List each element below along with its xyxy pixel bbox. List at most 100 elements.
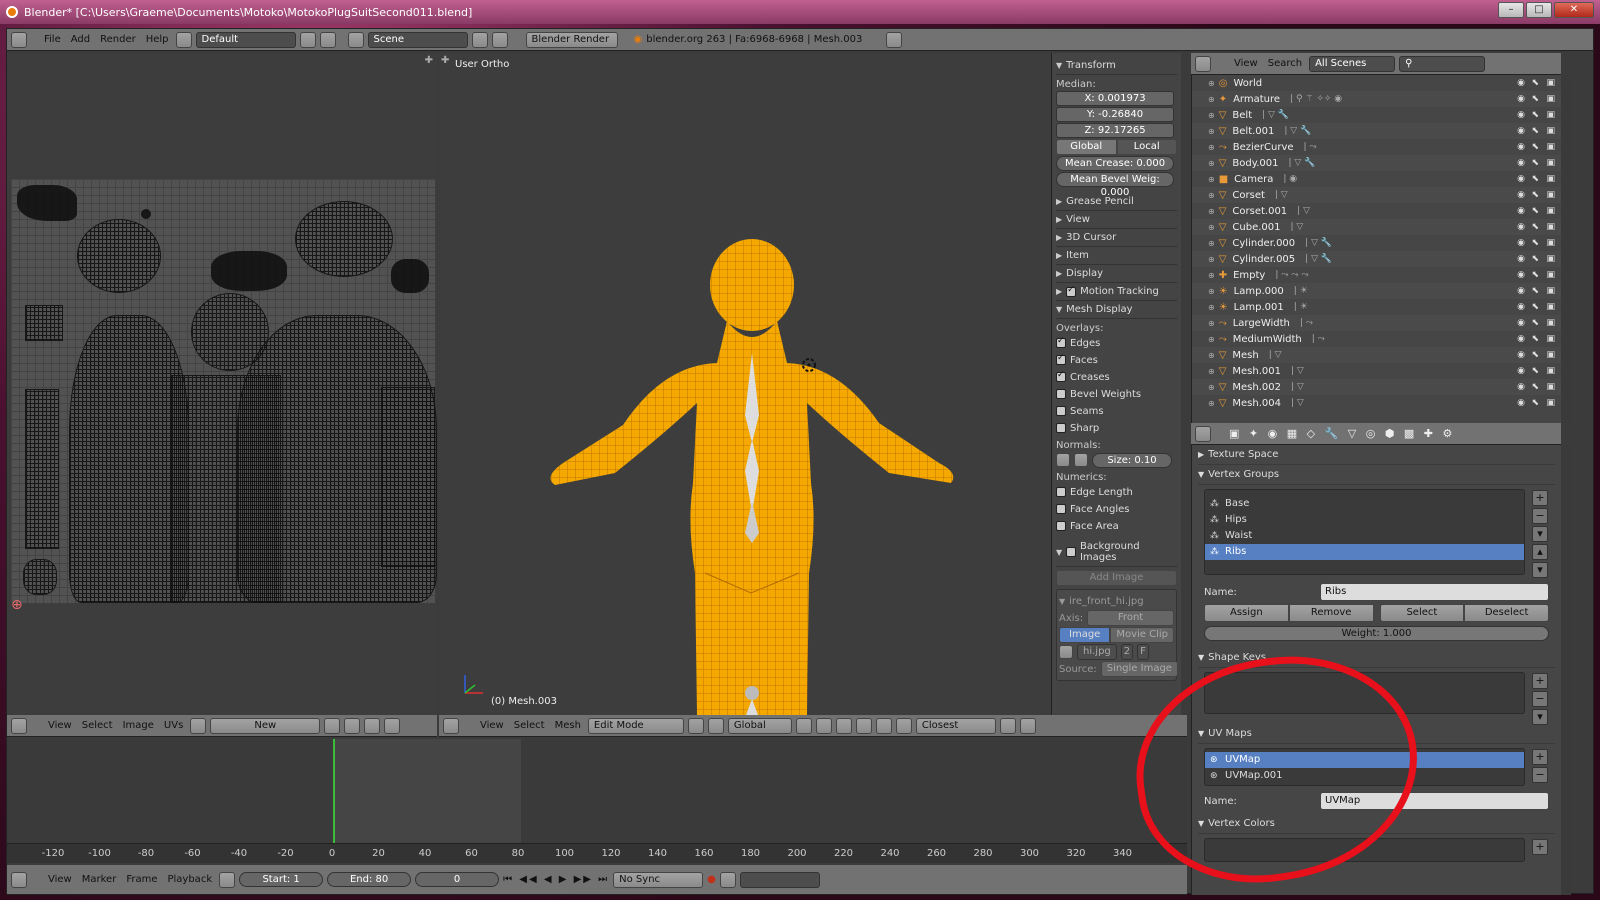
image-tab[interactable]: Image	[1059, 627, 1111, 643]
overlay-edges[interactable]: Edges	[1056, 335, 1177, 351]
pin-icon[interactable]	[324, 717, 341, 734]
outliner-item[interactable]: ⊕ ▽ Body.001 | ▽ 🔧 ◉ ⬉ ▣	[1192, 155, 1561, 171]
numeric-face-area[interactable]: Face Area	[1056, 518, 1177, 534]
outliner-item[interactable]: ⊕ ▽ Belt | ▽ 🔧 ◉ ⬉ ▣	[1192, 107, 1561, 123]
render-camera-icon[interactable]: ▣	[1546, 78, 1555, 88]
area-split-icon[interactable]: ✚	[425, 55, 433, 66]
outliner-item[interactable]: ⊕ ☀ Lamp.001 | ☀ ◉ ⬉ ▣	[1192, 299, 1561, 315]
uv-menu-image[interactable]: Image	[120, 720, 157, 731]
new-image-button[interactable]: New	[210, 717, 321, 734]
image-browse-icon[interactable]	[1059, 645, 1073, 659]
source-select[interactable]: Single Image	[1100, 661, 1178, 677]
overlay-seams[interactable]: Seams	[1056, 403, 1177, 419]
selectability-cursor-icon[interactable]: ⬉	[1531, 206, 1539, 216]
visibility-eye-icon[interactable]: ◉	[1517, 350, 1525, 360]
checkbox[interactable]	[1056, 521, 1066, 531]
expand-icon[interactable]: ⊕	[1208, 383, 1215, 392]
normals-size-field[interactable]: Size: 0.10	[1092, 452, 1172, 468]
outliner-item[interactable]: ⊕ ▽ Corset.001 | ▽ ◉ ⬉ ▣	[1192, 203, 1561, 219]
preview-range-icon[interactable]	[219, 871, 236, 888]
vertex-group-name-field[interactable]: Ribs	[1320, 583, 1549, 601]
timeline-menu-marker[interactable]: Marker	[79, 874, 120, 885]
sync-selection-icon[interactable]	[364, 717, 381, 734]
uv-island[interactable]	[391, 259, 429, 293]
visibility-eye-icon[interactable]: ◉	[1517, 270, 1525, 280]
outliner-menu-search[interactable]: Search	[1265, 58, 1305, 69]
render-camera-icon[interactable]: ▣	[1546, 190, 1555, 200]
face-normals-icon[interactable]	[1074, 453, 1088, 467]
vertex-group-item[interactable]: ⁂ Hips	[1205, 512, 1524, 528]
uv-map-item-selected[interactable]: ⊛ UVMap	[1205, 752, 1524, 768]
outliner-item[interactable]: ⊕ ☀ Lamp.000 | ☀ ◉ ⬉ ▣	[1192, 283, 1561, 299]
uv-menu-uvs[interactable]: UVs	[161, 720, 186, 731]
render-camera-icon[interactable]: ▣	[1546, 206, 1555, 216]
render-camera-icon[interactable]: ▣	[1546, 270, 1555, 280]
expand-icon[interactable]: ⊕	[1208, 79, 1215, 88]
timeline-menu-playback[interactable]: Playback	[164, 874, 215, 885]
face-select-icon[interactable]	[835, 717, 852, 734]
timeline[interactable]: -120 -100 -80 -60 -40 -20 0 20 40 60 80 100 120 140 16…	[7, 739, 1187, 863]
background-images-panel[interactable]: ▼ Background Images	[1056, 538, 1177, 567]
selectability-cursor-icon[interactable]: ⬉	[1531, 78, 1539, 88]
3d-cursor-panel[interactable]: ▶ 3D Cursor	[1056, 229, 1177, 247]
motion-tracking-panel[interactable]: ▶Motion Tracking	[1056, 283, 1177, 301]
checkbox[interactable]	[1056, 423, 1066, 433]
median-x-field[interactable]: X: 0.001973	[1056, 91, 1174, 106]
vertex-group-item[interactable]: ⁂ Base	[1205, 496, 1524, 512]
selectability-cursor-icon[interactable]: ⬉	[1531, 382, 1539, 392]
scene-field[interactable]: Scene	[367, 31, 468, 48]
render-camera-icon[interactable]: ▣	[1546, 238, 1555, 248]
add-image-button[interactable]: Add Image	[1056, 570, 1177, 586]
overlay-sharp[interactable]: Sharp	[1056, 420, 1177, 436]
remove-vertex-group-button[interactable]: −	[1532, 508, 1548, 524]
expand-icon[interactable]: ⊕	[1208, 127, 1215, 136]
timeline-menu-view[interactable]: View	[45, 874, 75, 885]
add-vertex-color-button[interactable]: +	[1532, 839, 1548, 855]
menu-file[interactable]: File	[41, 34, 64, 45]
uv-island[interactable]	[211, 251, 287, 291]
mesh-render[interactable]	[439, 53, 1051, 715]
outliner-item[interactable]: ⊕ ▽ Mesh.004 | ▽ ◉ ⬉ ▣	[1192, 395, 1561, 411]
visibility-eye-icon[interactable]: ◉	[1517, 366, 1525, 376]
outliner-item[interactable]: ⊕ ▽ Mesh.002 | ▽ ◉ ⬉ ▣	[1192, 379, 1561, 395]
expand-icon[interactable]: ⊕	[1208, 143, 1215, 152]
uv-map-list[interactable]: ⊛ UVMap ⊛ UVMap.001 + −	[1204, 748, 1548, 786]
expand-icon[interactable]: ⊕	[1208, 191, 1215, 200]
uv-island[interactable]	[23, 559, 57, 595]
expand-icon[interactable]: ⊕	[1208, 95, 1215, 104]
render-camera-icon[interactable]: ▣	[1546, 142, 1555, 152]
checkbox[interactable]	[1056, 336, 1066, 348]
remove-button[interactable]: Remove	[1288, 604, 1374, 622]
shape-key-specials-button[interactable]: ▾	[1532, 709, 1548, 725]
image-users-count[interactable]: 2	[1120, 644, 1134, 660]
item-panel[interactable]: ▶ Item	[1056, 247, 1177, 265]
expand-icon[interactable]: ⊕	[1208, 399, 1215, 408]
current-frame-field[interactable]: 0	[415, 872, 500, 887]
menu-help[interactable]: Help	[143, 34, 172, 45]
uv-island[interactable]	[25, 305, 63, 341]
expand-icon[interactable]: ⊕	[1208, 287, 1215, 296]
outliner-item[interactable]: ⊕ ▽ Cube.001 | ▽ ◉ ⬉ ▣	[1192, 219, 1561, 235]
interaction-mode-select[interactable]: Edit Mode	[587, 717, 684, 734]
record-icon[interactable]: ●	[707, 874, 716, 885]
maximize-button[interactable]: □	[1526, 2, 1552, 18]
outliner-search-input[interactable]: ⚲	[1399, 55, 1486, 72]
overlay-creases[interactable]: Creases	[1056, 369, 1177, 385]
outliner-item[interactable]: ⊕ ■ Camera | ◉ ◉ ⬉ ▣	[1192, 171, 1561, 187]
selectability-cursor-icon[interactable]: ⬉	[1531, 350, 1539, 360]
expand-icon[interactable]: ⊕	[1208, 207, 1215, 216]
limit-selection-icon[interactable]	[855, 717, 872, 734]
deselect-button[interactable]: Deselect	[1464, 604, 1549, 622]
timeline-ruler[interactable]: -120 -100 -80 -60 -40 -20 0 20 40 60 80 100 120 140 16…	[7, 843, 1187, 863]
pivot-point-icon[interactable]	[707, 717, 724, 734]
render-camera-icon[interactable]: ▣	[1546, 366, 1555, 376]
edge-select-icon[interactable]	[815, 717, 832, 734]
selectability-cursor-icon[interactable]: ⬉	[1531, 254, 1539, 264]
layout-field[interactable]: Default	[195, 31, 296, 48]
add-vertex-group-button[interactable]: +	[1532, 490, 1548, 506]
remove-uv-map-button[interactable]: −	[1532, 767, 1548, 783]
add-shape-key-button[interactable]: +	[1532, 673, 1548, 689]
weight-slider[interactable]: Weight: 1.000	[1204, 626, 1549, 641]
vertex-normals-icon[interactable]	[1056, 453, 1070, 467]
vertex-groups-panel[interactable]: ▼ Vertex Groups	[1198, 465, 1555, 485]
